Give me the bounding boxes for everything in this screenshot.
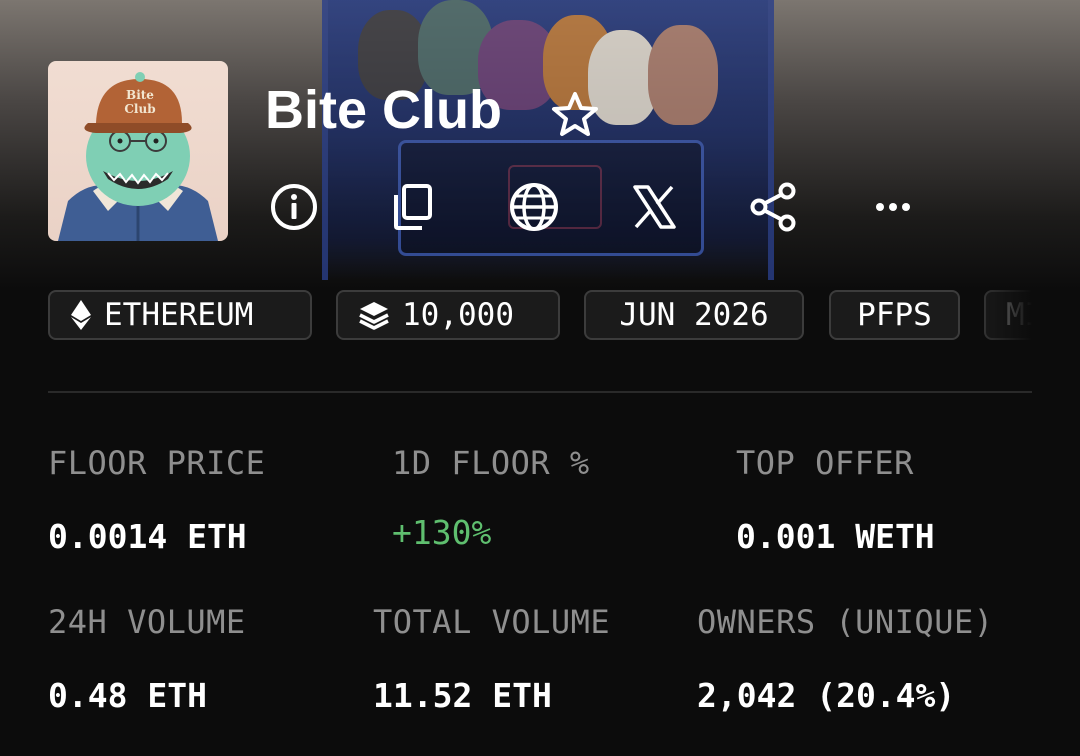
floor-change-value: +130% <box>392 513 492 552</box>
owners-value: 2,042 (20.4%) <box>697 676 956 715</box>
floor-change-label: 1D FLOOR % <box>392 444 590 482</box>
top-offer-label: TOP OFFER <box>736 444 914 482</box>
info-icon[interactable] <box>267 180 321 234</box>
total-volume-value: 11.52 ETH <box>373 676 552 715</box>
globe-icon[interactable] <box>507 180 561 234</box>
collection-avatar: Bite Club <box>48 61 228 241</box>
volume-24h-label: 24H VOLUME <box>48 603 246 641</box>
tag-chip-row: ETHEREUM 10,000 JUN 2026 PFPS MI <box>48 290 1032 344</box>
ethereum-icon <box>70 299 92 331</box>
date-label: JUN 2026 <box>619 297 769 333</box>
total-volume-label: TOTAL VOLUME <box>373 603 611 641</box>
collection-title: Bite Club <box>265 80 502 140</box>
svg-text:Club: Club <box>124 102 155 116</box>
floor-price-value: 0.0014 ETH <box>48 517 247 556</box>
favorite-star-icon[interactable] <box>550 90 600 138</box>
floor-price-label: FLOOR PRICE <box>48 444 266 482</box>
volume-24h-value: 0.48 ETH <box>48 676 207 715</box>
item-count-chip[interactable]: 10,000 <box>336 290 560 340</box>
more-icon[interactable] <box>866 180 920 234</box>
chain-label: ETHEREUM <box>104 297 254 333</box>
owners-label: OWNERS (UNIQUE) <box>697 603 994 641</box>
x-logo-icon[interactable] <box>627 180 681 234</box>
layers-icon <box>358 300 390 330</box>
category-chip[interactable]: PFPS <box>829 290 960 340</box>
chain-chip[interactable]: ETHEREUM <box>48 290 312 340</box>
category-label: PFPS <box>857 297 932 333</box>
share-icon[interactable] <box>747 180 801 234</box>
top-offer-value: 0.001 WETH <box>736 517 935 556</box>
svg-text:Bite: Bite <box>126 88 154 102</box>
section-divider <box>48 391 1032 393</box>
item-count-label: 10,000 <box>402 297 514 333</box>
copy-icon[interactable] <box>386 180 440 234</box>
date-chip[interactable]: JUN 2026 <box>584 290 804 340</box>
